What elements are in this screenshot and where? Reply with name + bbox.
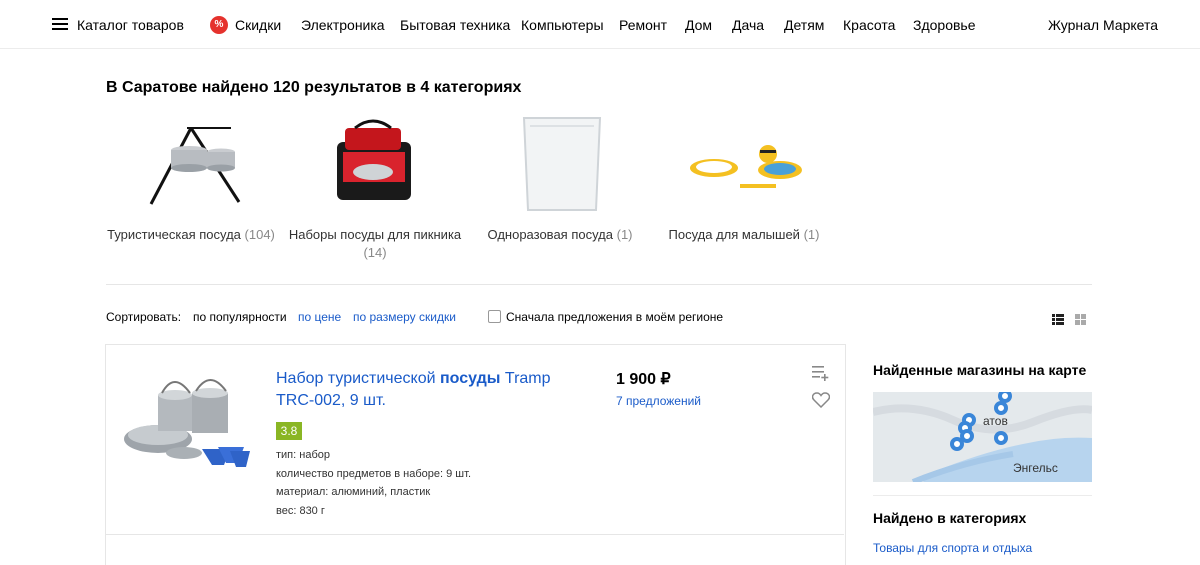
- nav-item-repair[interactable]: Ремонт: [619, 16, 667, 34]
- nav-item-kids[interactable]: Детям: [784, 16, 824, 34]
- spec-line: материал: алюминий, пластик: [276, 486, 431, 498]
- category-tile-disposable[interactable]: Одноразовая посуда (1): [470, 110, 650, 244]
- spec-line: тип: набор: [276, 449, 330, 461]
- category-tile-picnic[interactable]: Наборы посуды для пикника (14): [285, 110, 465, 262]
- nav-item-electronics[interactable]: Электроника: [301, 16, 385, 34]
- catalog-button[interactable]: Каталог товаров: [77, 16, 184, 34]
- offers-link[interactable]: 7 предложений: [616, 394, 701, 408]
- map-title: Найденные магазины на карте: [873, 362, 1087, 378]
- camping-cookware-image: [131, 110, 251, 220]
- rating-badge: 3.8: [276, 422, 302, 440]
- category-name: Посуда для малышей: [668, 227, 800, 242]
- category-link-sport[interactable]: Товары для спорта и отдыха: [873, 541, 1032, 555]
- category-tile-kids[interactable]: Посуда для малышей (1): [654, 110, 834, 244]
- picnic-bag-image: [315, 110, 435, 220]
- spec-line: количество предметов в наборе: 9 шт.: [276, 467, 472, 480]
- nav-item-home[interactable]: Дом: [685, 16, 712, 34]
- sort-discount[interactable]: по размеру скидки: [353, 309, 456, 325]
- kids-dishes-image: [684, 110, 804, 220]
- categories-title: Найдено в категориях: [873, 510, 1027, 526]
- heart-icon[interactable]: [811, 392, 831, 413]
- divider: [873, 495, 1092, 496]
- region-first-checkbox[interactable]: [488, 310, 501, 323]
- product-specs: тип: набор количество предметов в наборе…: [276, 446, 471, 520]
- category-tile-tourist[interactable]: Туристическая посуда (104): [101, 110, 281, 244]
- product-image[interactable]: [122, 375, 250, 480]
- product-title-link[interactable]: Набор туристической посуды Tramp TRC-002…: [276, 368, 576, 412]
- list-view-icon[interactable]: [1052, 312, 1064, 330]
- category-name: Туристическая посуда: [107, 227, 241, 242]
- category-count: (1): [803, 227, 820, 242]
- menu-icon[interactable]: [52, 18, 68, 30]
- category-count: (104): [244, 227, 275, 242]
- nav-item-health[interactable]: Здоровье: [913, 16, 976, 34]
- nav-item-beauty[interactable]: Красота: [843, 16, 895, 34]
- top-navigation: Каталог товаров % Скидки Электроника Быт…: [0, 0, 1200, 49]
- results-heading: В Саратове найдено 120 результатов в 4 к…: [106, 79, 522, 96]
- spec-line: вес: 830 г: [276, 504, 325, 517]
- divider: [106, 284, 1092, 285]
- shops-map[interactable]: атов Энгельс: [873, 392, 1092, 482]
- product-card-next: [105, 535, 846, 565]
- sort-price[interactable]: по цене: [298, 309, 341, 325]
- sort-popularity[interactable]: по популярности: [193, 309, 287, 325]
- category-count: (14): [363, 245, 387, 260]
- map-label: атов: [983, 414, 1008, 428]
- disposable-container-image: [500, 110, 620, 220]
- product-price: 1 900 ₽: [616, 371, 671, 388]
- category-name: Наборы посуды для пикника: [288, 227, 462, 242]
- nav-item-dacha[interactable]: Дача: [732, 16, 764, 34]
- category-name: Одноразовая посуда: [487, 227, 613, 242]
- grid-view-icon[interactable]: [1075, 312, 1086, 330]
- sale-icon: %: [210, 16, 228, 34]
- nav-item-computers[interactable]: Компьютеры: [521, 16, 604, 34]
- nav-item-appliances[interactable]: Бытовая техника: [400, 16, 510, 34]
- nav-item-journal[interactable]: Журнал Маркета: [1048, 16, 1158, 34]
- compare-icon[interactable]: [812, 365, 830, 386]
- map-label: Энгельс: [1013, 461, 1058, 475]
- category-count: (1): [616, 227, 633, 242]
- sort-label: Сортировать:: [106, 310, 182, 324]
- region-first-label: Сначала предложения в моём регионе: [506, 310, 724, 324]
- nav-item-sale[interactable]: Скидки: [235, 16, 281, 34]
